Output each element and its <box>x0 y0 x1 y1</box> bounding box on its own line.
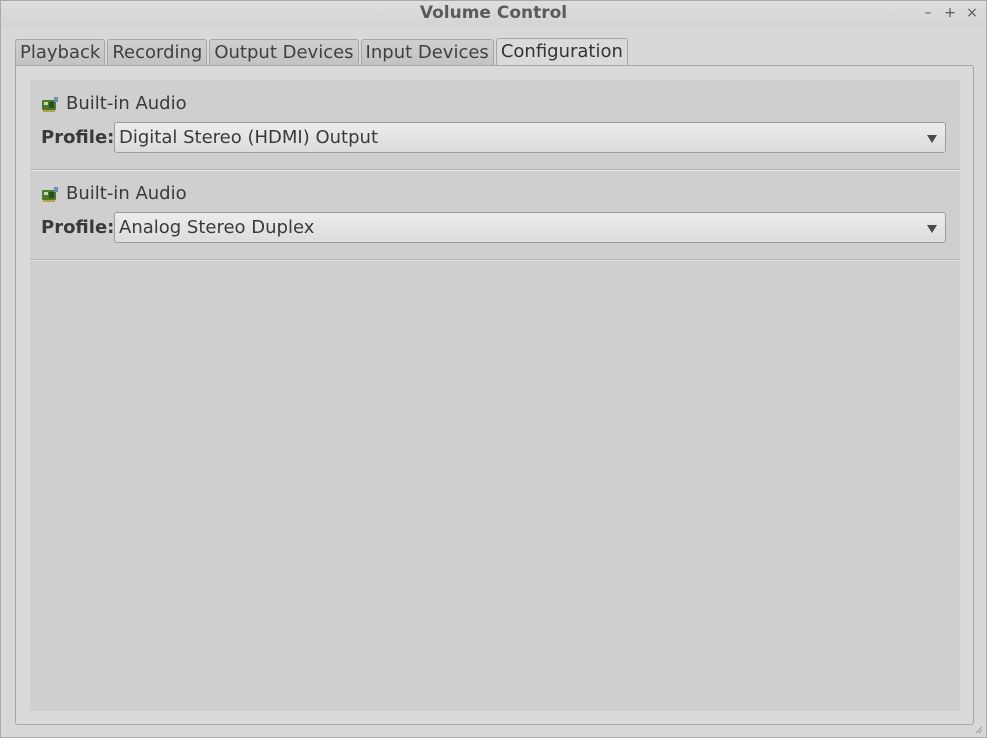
card-header: Built-in Audio <box>41 183 187 204</box>
chevron-down-icon <box>927 135 937 143</box>
card-header: Built-in Audio <box>41 93 187 114</box>
tab-recording[interactable]: Recording <box>107 39 208 66</box>
tab-bar: Playback Recording Output Devices Input … <box>15 38 630 66</box>
chevron-down-icon <box>927 225 937 233</box>
profile-label: Profile: <box>41 127 115 148</box>
profile-selected-value: Digital Stereo (HDMI) Output <box>119 127 378 148</box>
resize-grip-icon[interactable] <box>975 726 983 734</box>
card-item: Built-in Audio Profile: Digital Stereo (… <box>30 80 960 170</box>
title-bar[interactable]: Volume Control – + × <box>1 1 986 27</box>
minimize-button[interactable]: – <box>919 4 937 22</box>
maximize-button[interactable]: + <box>941 4 959 22</box>
profile-selected-value: Analog Stereo Duplex <box>119 217 315 238</box>
sound-card-icon <box>42 186 58 202</box>
card-name: Built-in Audio <box>66 93 187 114</box>
profile-dropdown[interactable]: Analog Stereo Duplex <box>114 212 946 243</box>
volume-control-window: Volume Control – + × Playback Recording … <box>0 0 987 738</box>
configuration-panel: Built-in Audio Profile: Digital Stereo (… <box>15 65 974 725</box>
profile-dropdown[interactable]: Digital Stereo (HDMI) Output <box>114 122 946 153</box>
card-name: Built-in Audio <box>66 183 187 204</box>
tab-playback[interactable]: Playback <box>15 39 106 66</box>
sound-card-icon <box>42 96 58 112</box>
window-title: Volume Control <box>419 3 568 23</box>
tab-input-devices[interactable]: Input Devices <box>360 39 494 66</box>
tab-configuration[interactable]: Configuration <box>495 38 628 66</box>
card-item: Built-in Audio Profile: Analog Stereo Du… <box>30 170 960 260</box>
tab-output-devices[interactable]: Output Devices <box>209 39 359 66</box>
card-list: Built-in Audio Profile: Digital Stereo (… <box>30 80 960 711</box>
profile-label: Profile: <box>41 217 115 238</box>
close-button[interactable]: × <box>963 4 981 22</box>
